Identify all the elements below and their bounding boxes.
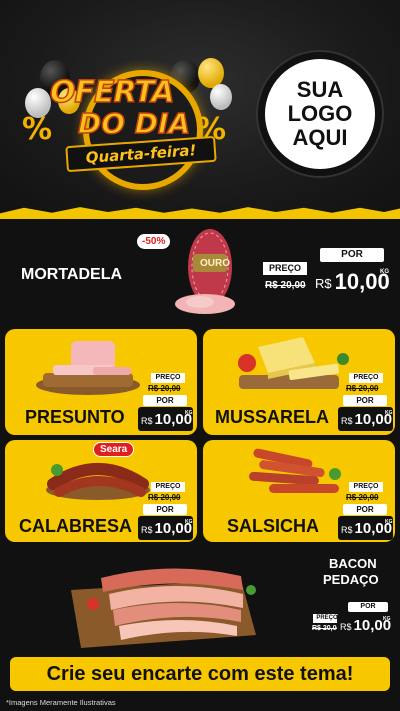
old-price: R$ 20,00 [346, 384, 379, 393]
preco-label: PREÇO [263, 262, 307, 275]
product-card-presunto[interactable]: PREÇO R$ 20,00 PRESUNTO POR R$ 10,00 KG [5, 329, 197, 435]
oferta-do-dia-badge: OFERTA DO DIA Quarta-feira! [28, 65, 228, 190]
preco-label: PREÇO [349, 482, 383, 492]
por-label: POR [348, 602, 388, 612]
currency: R$ [141, 525, 153, 535]
brand-label: OURO [200, 258, 230, 269]
price-box: R$ 10,00 KG [337, 613, 391, 637]
logo-text-3: AQUI [292, 125, 348, 150]
por-label: POR [143, 504, 187, 515]
unit: KG [380, 269, 389, 275]
footnote: *Imagens Meramente Ilustrativas [6, 698, 116, 707]
presunto-image [36, 341, 140, 395]
product-card-bacon[interactable]: BACON PEDAÇO POR PREÇO R$ 20,00 R$ 10,00… [5, 548, 395, 652]
product-name: MORTADELA [21, 266, 123, 283]
product-card-mortadela[interactable]: MORTADELA -50% OURO PREÇO R$ 20,00 POR R… [5, 222, 395, 324]
preco-label: PREÇO [151, 373, 185, 383]
currency: R$ [315, 276, 332, 291]
mussarela-image [238, 337, 349, 389]
unit: KG [385, 410, 393, 416]
currency: R$ [341, 416, 353, 426]
preco-label: PREÇO [349, 373, 383, 383]
preco-label: PREÇO [151, 482, 185, 492]
price-box: R$ 10,00 KG [338, 516, 393, 540]
price-box: R$ 10,00 KG [138, 407, 193, 431]
old-price: R$ 20,00 [265, 280, 306, 291]
unit: KG [185, 519, 193, 525]
unit: KG [383, 616, 391, 622]
por-label: POR [320, 248, 384, 262]
product-name: SALSICHA [227, 516, 320, 536]
price-box: R$ 10,00 KG [311, 264, 391, 298]
unit: KG [185, 410, 193, 416]
bacon-image [71, 568, 256, 648]
price-box: R$ 10,00 KG [138, 516, 193, 540]
old-price: R$ 20,00 [148, 493, 181, 502]
product-name-line2: PEDAÇO [323, 572, 379, 587]
currency: R$ [341, 525, 353, 535]
header-banner: % % OFERTA DO DIA Quarta-feira! SUA LOGO… [0, 0, 400, 212]
por-label: POR [343, 504, 387, 515]
product-card-mussarela[interactable]: PREÇO R$ 20,00 MUSSARELA POR R$ 10,00 KG [203, 329, 395, 435]
salsicha-image [249, 448, 341, 493]
unit: KG [385, 519, 393, 525]
logo-text-2: LOGO [287, 101, 353, 126]
product-name: PRESUNTO [25, 407, 125, 427]
old-price: R$ 20,00 [346, 493, 379, 502]
logo-text-1: SUA [296, 77, 344, 102]
price-box: R$ 10,00 KG [338, 407, 393, 431]
mortadela-image [175, 229, 235, 314]
product-card-calabresa[interactable]: Seara PREÇO R$ 20,00 CALABRESA POR R$ 10… [5, 440, 197, 542]
cta-label: Crie seu encarte com este tema! [46, 662, 354, 685]
brand-logo: Seara [93, 442, 135, 457]
currency: R$ [340, 622, 352, 632]
currency: R$ [141, 416, 153, 426]
product-card-salsicha[interactable]: PREÇO R$ 20,00 SALSICHA POR R$ 10,00 KG [203, 440, 395, 542]
logo-placeholder: SUA LOGO AQUI [258, 52, 382, 176]
weekday-label: Quarta-feira! [85, 141, 197, 167]
product-name-line1: BACON [329, 556, 377, 571]
cta-banner[interactable]: Crie seu encarte com este tema! [10, 657, 390, 691]
old-price: R$ 20,00 [148, 384, 181, 393]
badge-subtitle: DO DIA [77, 106, 191, 141]
badge-title: OFERTA [49, 74, 175, 111]
por-label: POR [143, 395, 187, 406]
por-label: POR [343, 395, 387, 406]
product-name: MUSSARELA [215, 407, 330, 427]
product-name: CALABRESA [19, 516, 133, 536]
